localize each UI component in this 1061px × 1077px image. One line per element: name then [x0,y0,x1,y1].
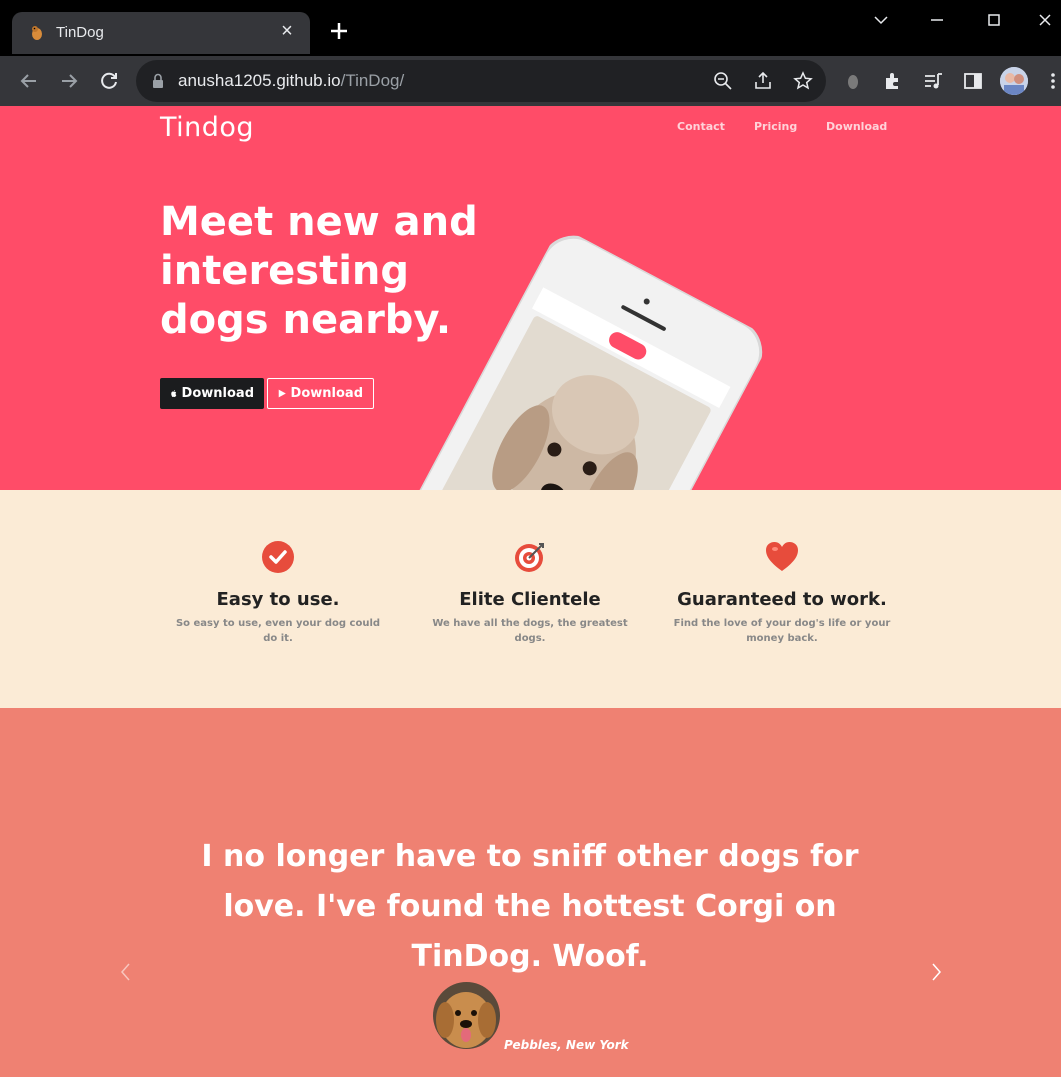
browser-toolbar: anusha1205.github.io/TinDog/ [0,56,1061,106]
feature-text: So easy to use, even your dog could do i… [175,618,381,644]
feature-title: Easy to use. [216,589,340,610]
feature-elite-clientele: Elite Clientele We have all the dogs, th… [410,540,650,646]
dog-avatar [433,982,500,1049]
tab-search-icon[interactable] [866,8,896,32]
new-tab-icon[interactable] [326,18,352,44]
google-play-download-label: Download [290,386,363,401]
maximize-icon[interactable] [979,8,1009,32]
google-play-icon [278,389,286,398]
carousel-next-icon[interactable] [926,960,946,984]
extension-acorn-icon[interactable] [842,70,864,92]
close-window-icon[interactable] [1030,8,1060,32]
brand-logo[interactable]: Tindog [160,112,254,143]
dog-favicon-icon [32,26,42,40]
testimonial-quote: I no longer have to sniff other dogs for… [201,839,859,974]
feature-text: We have all the dogs, the greatest dogs. [432,618,628,644]
feature-easy-to-use: Easy to use. So easy to use, even your d… [158,540,398,646]
google-play-download-button[interactable]: Download [267,378,374,409]
browser-tabstrip: TinDog × [0,0,1061,56]
side-panel-icon[interactable] [962,70,984,92]
minimize-icon[interactable] [922,8,952,32]
testimonial-author: Pebbles, New York [504,1038,629,1052]
share-icon[interactable] [752,70,774,92]
feature-title: Elite Clientele [459,589,601,610]
tab-close-icon[interactable]: × [276,20,298,42]
profile-avatar[interactable] [1000,67,1028,95]
nav-link-download[interactable]: Download [826,120,887,133]
web-page: Tindog Contact Pricing Download Meet new… [0,106,1061,1077]
extensions-puzzle-icon[interactable] [882,70,904,92]
media-queue-icon[interactable] [922,70,944,92]
nav-link-pricing[interactable]: Pricing [754,120,797,133]
back-icon[interactable] [16,68,42,94]
features-section: Easy to use. So easy to use, even your d… [0,490,1061,708]
carousel-prev-icon[interactable] [116,960,136,984]
tab-title: TinDog [56,24,104,41]
feature-guaranteed: Guaranteed to work. Find the love of you… [662,540,902,646]
menu-kebab-icon[interactable] [1042,70,1061,92]
golden-retriever-image [433,982,500,1049]
feature-text: Find the love of your dog's life or your… [673,618,891,644]
feature-title: Guaranteed to work. [677,589,887,610]
check-circle-icon [262,541,294,573]
apple-download-button[interactable]: Download [160,378,264,409]
hero-title: Meet new and interesting dogs nearby. [160,199,478,343]
apple-download-label: Download [181,386,254,401]
address-bar[interactable]: anusha1205.github.io/TinDog/ [136,60,826,102]
bullseye-icon [515,543,544,572]
testimonial-section: I no longer have to sniff other dogs for… [0,708,1061,1077]
reload-icon[interactable] [96,68,122,94]
lock-icon[interactable] [152,73,164,89]
apple-icon [171,390,177,397]
heart-icon [766,542,798,571]
profile-avatar-icon [1000,67,1028,95]
url-text[interactable]: anusha1205.github.io/TinDog/ [178,71,404,91]
nav-link-contact[interactable]: Contact [677,120,725,133]
hero-section: Tindog Contact Pricing Download Meet new… [0,106,1061,490]
zoom-out-icon[interactable] [712,70,734,92]
forward-icon[interactable] [56,68,82,94]
bookmark-star-icon[interactable] [792,70,814,92]
browser-tab[interactable]: TinDog × [12,12,310,54]
